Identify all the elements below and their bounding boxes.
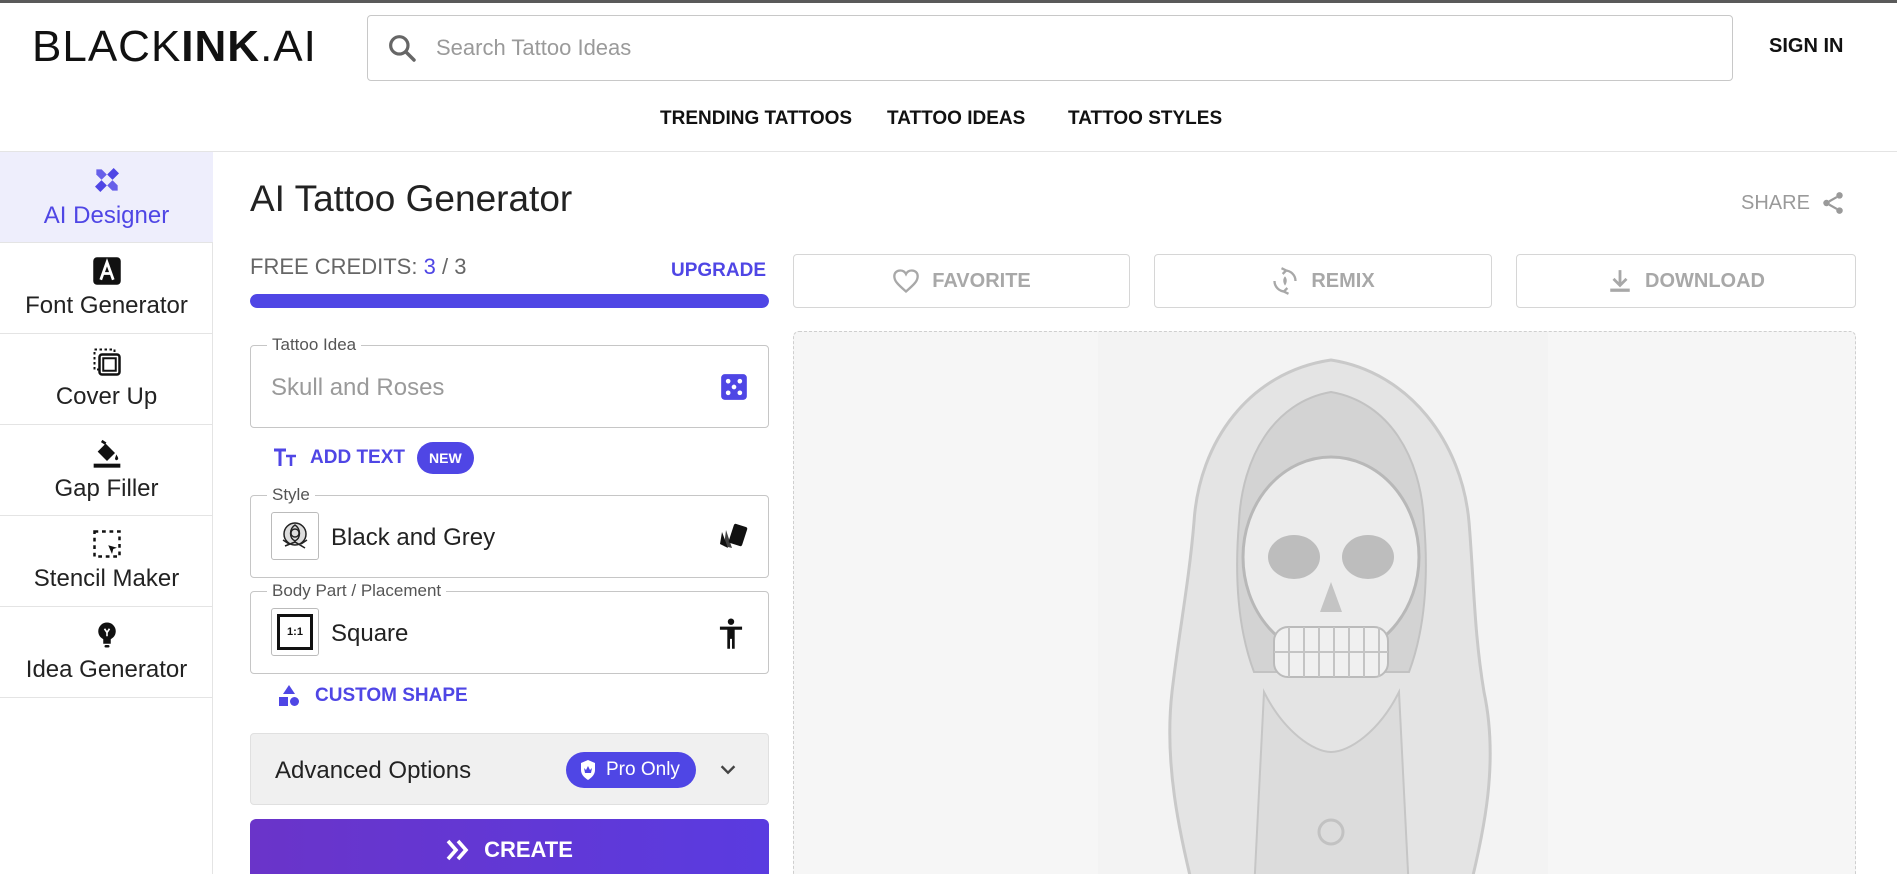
crown-shield-icon (581, 760, 595, 780)
credits-used: 3 (423, 254, 436, 279)
nav-trending-tattoos[interactable]: TRENDING TATTOOS (660, 108, 852, 130)
new-badge: NEW (417, 442, 474, 474)
page-title: AI Tattoo Generator (250, 178, 573, 219)
double-chevron-right-icon (446, 839, 469, 861)
remix-button[interactable]: REMIX (1154, 254, 1492, 308)
body-figure-icon (719, 618, 743, 649)
credits-separator: / (441, 254, 449, 279)
placement-legend: Body Part / Placement (267, 581, 447, 601)
stencil-select-icon (92, 530, 121, 558)
sidebar-item-stencil-maker[interactable]: Stencil Maker (0, 516, 213, 607)
remix-icon (1273, 267, 1297, 295)
share-icon (1823, 192, 1843, 214)
create-label: CREATE (484, 837, 573, 862)
favorite-button[interactable]: FAVORITE (793, 254, 1130, 308)
chevron-down-icon (720, 765, 736, 775)
share-label: SHARE (1741, 191, 1810, 214)
sidebar-item-idea-generator[interactable]: Idea Generator (0, 607, 213, 698)
placement-field[interactable]: Body Part / Placement 1:1 Square (250, 581, 769, 674)
sidebar-item-ai-designer[interactable]: AI Designer (0, 152, 213, 243)
logo-bold: INK (181, 22, 261, 71)
generated-image-preview (793, 331, 1856, 874)
custom-shape-button[interactable]: CUSTOM SHAPE (277, 684, 468, 708)
window-top-border (0, 0, 1897, 3)
heart-icon (893, 269, 920, 294)
sidebar-item-label: Gap Filler (54, 475, 159, 502)
custom-shape-label: CUSTOM SHAPE (315, 685, 468, 706)
sidebar-item-label: Idea Generator (25, 656, 188, 683)
sidebar-item-label: Cover Up (55, 383, 158, 410)
tattoo-idea-input[interactable]: Skull and Roses (271, 374, 444, 402)
download-icon (1610, 270, 1630, 292)
aspect-square-icon: 1:1 (277, 614, 313, 650)
share-button[interactable]: SHARE (1741, 190, 1846, 216)
search-input[interactable] (436, 35, 1636, 61)
style-field[interactable]: Style Black and Grey (250, 485, 769, 578)
download-label: DOWNLOAD (1645, 269, 1765, 292)
free-credits: FREE CREDITS: 3 / 3 (250, 254, 466, 280)
pro-only-label: Pro Only (606, 759, 680, 780)
style-value: Black and Grey (331, 524, 496, 551)
header-divider (0, 151, 1897, 152)
credits-progress-fill (250, 294, 769, 308)
dice-icon[interactable] (720, 373, 748, 401)
add-text-button[interactable]: ADD TEXT NEW (272, 442, 474, 474)
aspect-ratio-thumbnail: 1:1 (271, 608, 319, 656)
logo-suffix: .AI (260, 22, 317, 71)
pro-only-badge: Pro Only (566, 752, 696, 788)
hooded-skull-image (1168, 358, 1492, 874)
style-thumbnail (271, 512, 319, 560)
font-a-icon (92, 257, 121, 285)
credits-total: 3 (454, 254, 467, 279)
upgrade-link[interactable]: UPGRADE (671, 260, 766, 282)
lightbulb-icon (97, 622, 116, 648)
blackink-logo[interactable]: BLACKINK.AI (32, 22, 317, 72)
advanced-options-label: Advanced Options (275, 757, 472, 784)
sidebar-item-gap-filler[interactable]: Gap Filler (0, 425, 213, 516)
nav-tattoo-styles[interactable]: TATTOO STYLES (1068, 108, 1222, 130)
sidebar-item-label: Font Generator (25, 292, 188, 319)
tattoo-idea-field[interactable]: Tattoo Idea Skull and Roses (250, 335, 769, 428)
paint-bucket-icon (93, 439, 120, 468)
sign-in-link[interactable]: SIGN IN (1769, 35, 1843, 58)
sidebar-item-cover-up[interactable]: Cover Up (0, 334, 213, 425)
favorite-label: FAVORITE (932, 269, 1031, 292)
download-button[interactable]: DOWNLOAD (1516, 254, 1856, 308)
rose-icon (282, 522, 308, 549)
sidebar-item-font-generator[interactable]: Font Generator (0, 243, 213, 334)
sidebar-item-label: Stencil Maker (33, 565, 180, 592)
create-button[interactable]: CREATE (250, 819, 769, 874)
search-bar[interactable] (367, 15, 1733, 81)
swatch-cards-icon (720, 523, 748, 548)
placement-value: Square (331, 620, 409, 647)
tattoo-idea-legend: Tattoo Idea (267, 335, 362, 355)
add-text-label: ADD TEXT (310, 447, 405, 468)
style-legend: Style (267, 485, 315, 505)
pencil-ruler-icon (94, 168, 119, 192)
logo-light: BLACK (32, 22, 182, 71)
search-icon (389, 35, 416, 62)
remix-label: REMIX (1311, 269, 1375, 292)
credits-label: FREE CREDITS: (250, 254, 418, 279)
advanced-options-accordion[interactable]: Advanced Options Pro Only (250, 733, 769, 805)
sidebar-item-label: AI Designer (43, 202, 170, 229)
nav-tattoo-ideas[interactable]: TATTOO IDEAS (887, 108, 1025, 130)
credits-progress-bar (250, 294, 769, 308)
cover-up-icon (93, 348, 121, 376)
shapes-icon (279, 685, 299, 706)
text-size-icon (274, 448, 296, 466)
tool-sidebar: AI Designer Font Generator Cover Up Gap … (0, 152, 213, 874)
